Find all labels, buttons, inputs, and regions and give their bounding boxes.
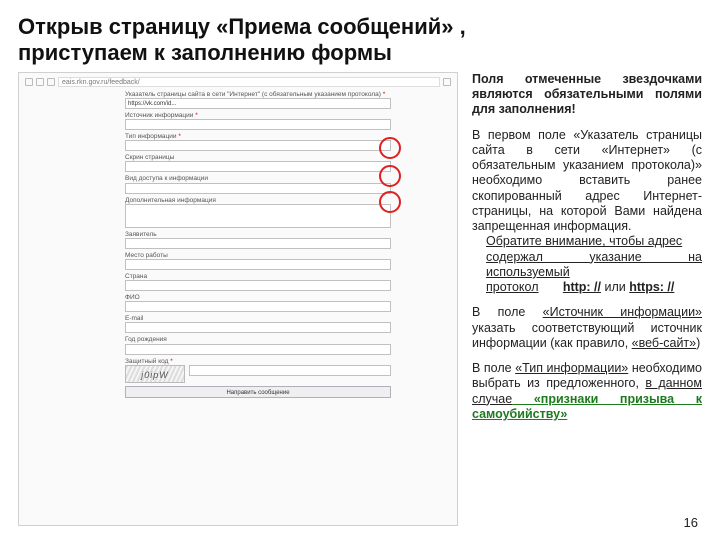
label-type: Тип информации * [125, 133, 391, 140]
label-work: Место работы [125, 252, 391, 259]
label-country: Страна [125, 273, 391, 280]
input-year [125, 344, 391, 355]
address-bar: eais.rkn.gov.ru/feedback/ [58, 77, 440, 87]
input-source [125, 119, 391, 130]
input-work [125, 259, 391, 270]
label-screenshot: Скрин страницы [125, 154, 391, 161]
title-line-1: Открыв страницу «Приема сообщений» , [18, 14, 466, 39]
label-email: E-mail [125, 315, 391, 322]
captcha-image: j0ipW [125, 365, 185, 383]
label-access: Вид доступа к информации [125, 175, 391, 182]
input-applicant [125, 238, 391, 249]
label-applicant: Заявитель [125, 231, 391, 238]
input-url: https://vk.com/id... [125, 98, 391, 109]
p-required-fields: Поля отмеченные звездочками являются обя… [472, 72, 702, 118]
label-other: Дополнительная информация [125, 197, 391, 204]
label-year: Год рождения [125, 336, 391, 343]
label-source: Источник информации * [125, 112, 391, 119]
input-screenshot [125, 161, 391, 172]
submit-button: Направить сообщение [125, 386, 391, 398]
input-captcha [189, 365, 391, 376]
label-fio: ФИО [125, 294, 391, 301]
label-captcha: Защитный код * [125, 358, 185, 365]
page-number: 16 [684, 515, 698, 530]
reload-icon [47, 78, 55, 86]
input-country [125, 280, 391, 291]
label-url: Указатель страницы сайта в сети "Интерне… [125, 91, 391, 98]
instruction-text: Поля отмеченные звездочками являются обя… [472, 72, 702, 526]
menu-icon [443, 78, 451, 86]
input-email [125, 322, 391, 333]
forward-icon [36, 78, 44, 86]
input-fio [125, 301, 391, 312]
p-url-field: В первом поле «Указатель страницы сайта … [472, 128, 702, 296]
title-line-2: приступаем к заполнению формы [18, 40, 392, 65]
input-type [125, 140, 391, 151]
back-icon [25, 78, 33, 86]
input-access [125, 183, 391, 194]
input-other [125, 204, 391, 228]
p-source-field: В поле «Источник информации» указать соо… [472, 305, 702, 351]
p-type-field: В поле «Тип информации» необходимо выбра… [472, 361, 702, 422]
browser-screenshot: eais.rkn.gov.ru/feedback/ Указатель стра… [18, 72, 458, 526]
